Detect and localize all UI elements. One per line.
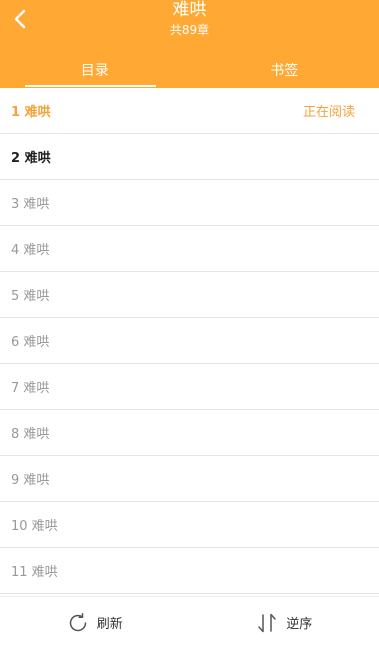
tab-bookmarks-label: 书签 (270, 63, 299, 79)
book-title: 难哄 (172, 0, 207, 20)
refresh-label: 刷新 (96, 617, 123, 632)
chapter-row-5[interactable]: 5 难哄 (0, 272, 379, 318)
chapter-row-8[interactable]: 8 难哄 (0, 410, 379, 456)
chapter-row-7[interactable]: 7 难哄 (0, 364, 379, 410)
tab-bar: 目录 书签 (0, 58, 379, 88)
sort-reverse-icon (258, 613, 276, 632)
chapter-title: 2 难哄 (11, 151, 51, 166)
chapter-row-11[interactable]: 11 难哄 (0, 548, 379, 594)
chapter-title: 11 难哄 (11, 565, 58, 580)
back-button[interactable] (6, 6, 34, 32)
chapter-row-2[interactable]: 2 难哄 (0, 134, 379, 180)
chapter-title: 1 难哄 (11, 105, 51, 120)
reverse-order-button[interactable]: 逆序 (190, 597, 379, 648)
reading-status: 正在阅读 (302, 105, 355, 120)
chapter-title: 9 难哄 (11, 473, 50, 488)
chapter-title: 10 难哄 (11, 519, 58, 534)
tab-catalog[interactable]: 目录 (0, 58, 190, 88)
chapter-row-10[interactable]: 10 难哄 (0, 502, 379, 548)
chapter-row-9[interactable]: 9 难哄 (0, 456, 379, 502)
chapter-title: 3 难哄 (11, 197, 50, 212)
refresh-icon (69, 612, 86, 631)
refresh-button[interactable]: 刷新 (0, 597, 190, 648)
chevron-left-icon (14, 9, 26, 29)
chapter-row-3[interactable]: 3 难哄 (0, 180, 379, 226)
chapter-title: 5 难哄 (11, 289, 50, 304)
tab-catalog-label: 目录 (80, 63, 109, 79)
chapter-title: 8 难哄 (11, 427, 50, 442)
tab-bookmarks[interactable]: 书签 (190, 58, 379, 88)
reverse-label: 逆序 (286, 617, 313, 632)
title-block: 难哄 共89章 (0, 0, 379, 37)
chapter-row-4[interactable]: 4 难哄 (0, 226, 379, 272)
chapter-title: 4 难哄 (11, 243, 50, 258)
chapter-list[interactable]: 1 难哄 正在阅读 2 难哄 3 难哄 4 难哄 5 难哄 6 难哄 7 难哄 … (0, 88, 379, 596)
active-tab-indicator (25, 85, 156, 87)
top-bar: 难哄 共89章 目录 书签 (0, 0, 379, 88)
chapter-count: 共89章 (169, 23, 210, 37)
bottom-toolbar: 刷新 逆序 (0, 596, 379, 648)
chapter-title: 7 难哄 (11, 381, 50, 396)
chapter-row-6[interactable]: 6 难哄 (0, 318, 379, 364)
chapter-row-1[interactable]: 1 难哄 正在阅读 (0, 88, 379, 134)
chapter-title: 6 难哄 (11, 335, 50, 350)
